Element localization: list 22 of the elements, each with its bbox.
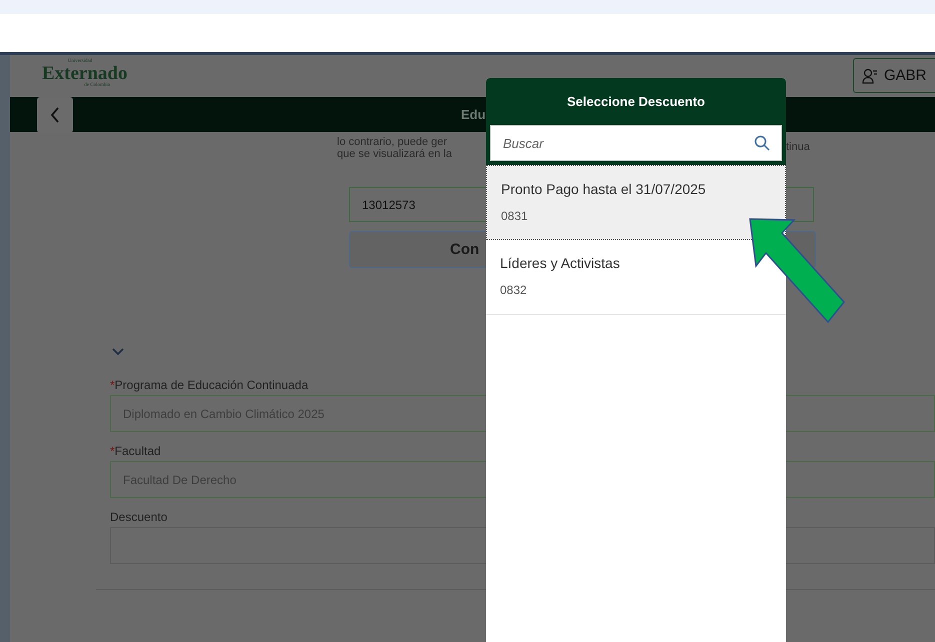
- discount-code: 0832: [500, 283, 528, 297]
- field-label: Facultad: [114, 444, 161, 460]
- user-button[interactable]: GABR: [853, 58, 935, 93]
- required-asterisk: *: [110, 378, 115, 394]
- instruction-text: que se visualizará en la: [337, 148, 452, 160]
- discount-code: 0831: [501, 209, 529, 223]
- instruction-text: lo contrario, puede ger: [337, 136, 448, 148]
- user-icon: [862, 68, 878, 84]
- page-title: Edu: [461, 107, 486, 122]
- search-icon[interactable]: [754, 135, 770, 151]
- search-field[interactable]: Buscar: [490, 125, 782, 161]
- discount-list-item[interactable]: Pronto Pago hasta el 31/07/2025 0831: [486, 165, 786, 240]
- instruction-text: tinua: [786, 141, 810, 155]
- chevron-down-icon[interactable]: [112, 348, 124, 356]
- dialog-title: Seleccione Descuento: [566, 93, 706, 111]
- field-label: Descuento: [110, 510, 168, 526]
- field-label: Programa de Educación Continuada: [114, 378, 308, 394]
- chevron-left-icon: [50, 106, 60, 122]
- discount-name: Pronto Pago hasta el 31/07/2025: [501, 181, 707, 197]
- required-asterisk: *: [110, 444, 115, 460]
- logo-wordmark: Externado: [42, 64, 128, 83]
- discount-name: Líderes y Activistas: [500, 255, 621, 271]
